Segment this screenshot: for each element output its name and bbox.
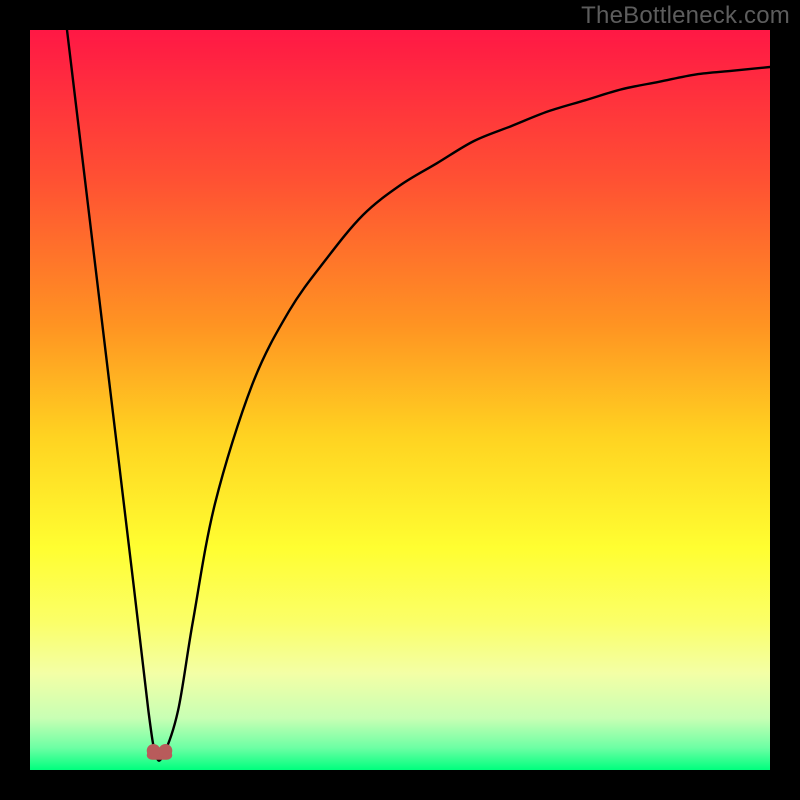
bottleneck-chart <box>30 30 770 770</box>
gradient-background <box>30 30 770 770</box>
chart-container: TheBottleneck.com <box>0 0 800 800</box>
watermark-text: TheBottleneck.com <box>581 2 790 30</box>
